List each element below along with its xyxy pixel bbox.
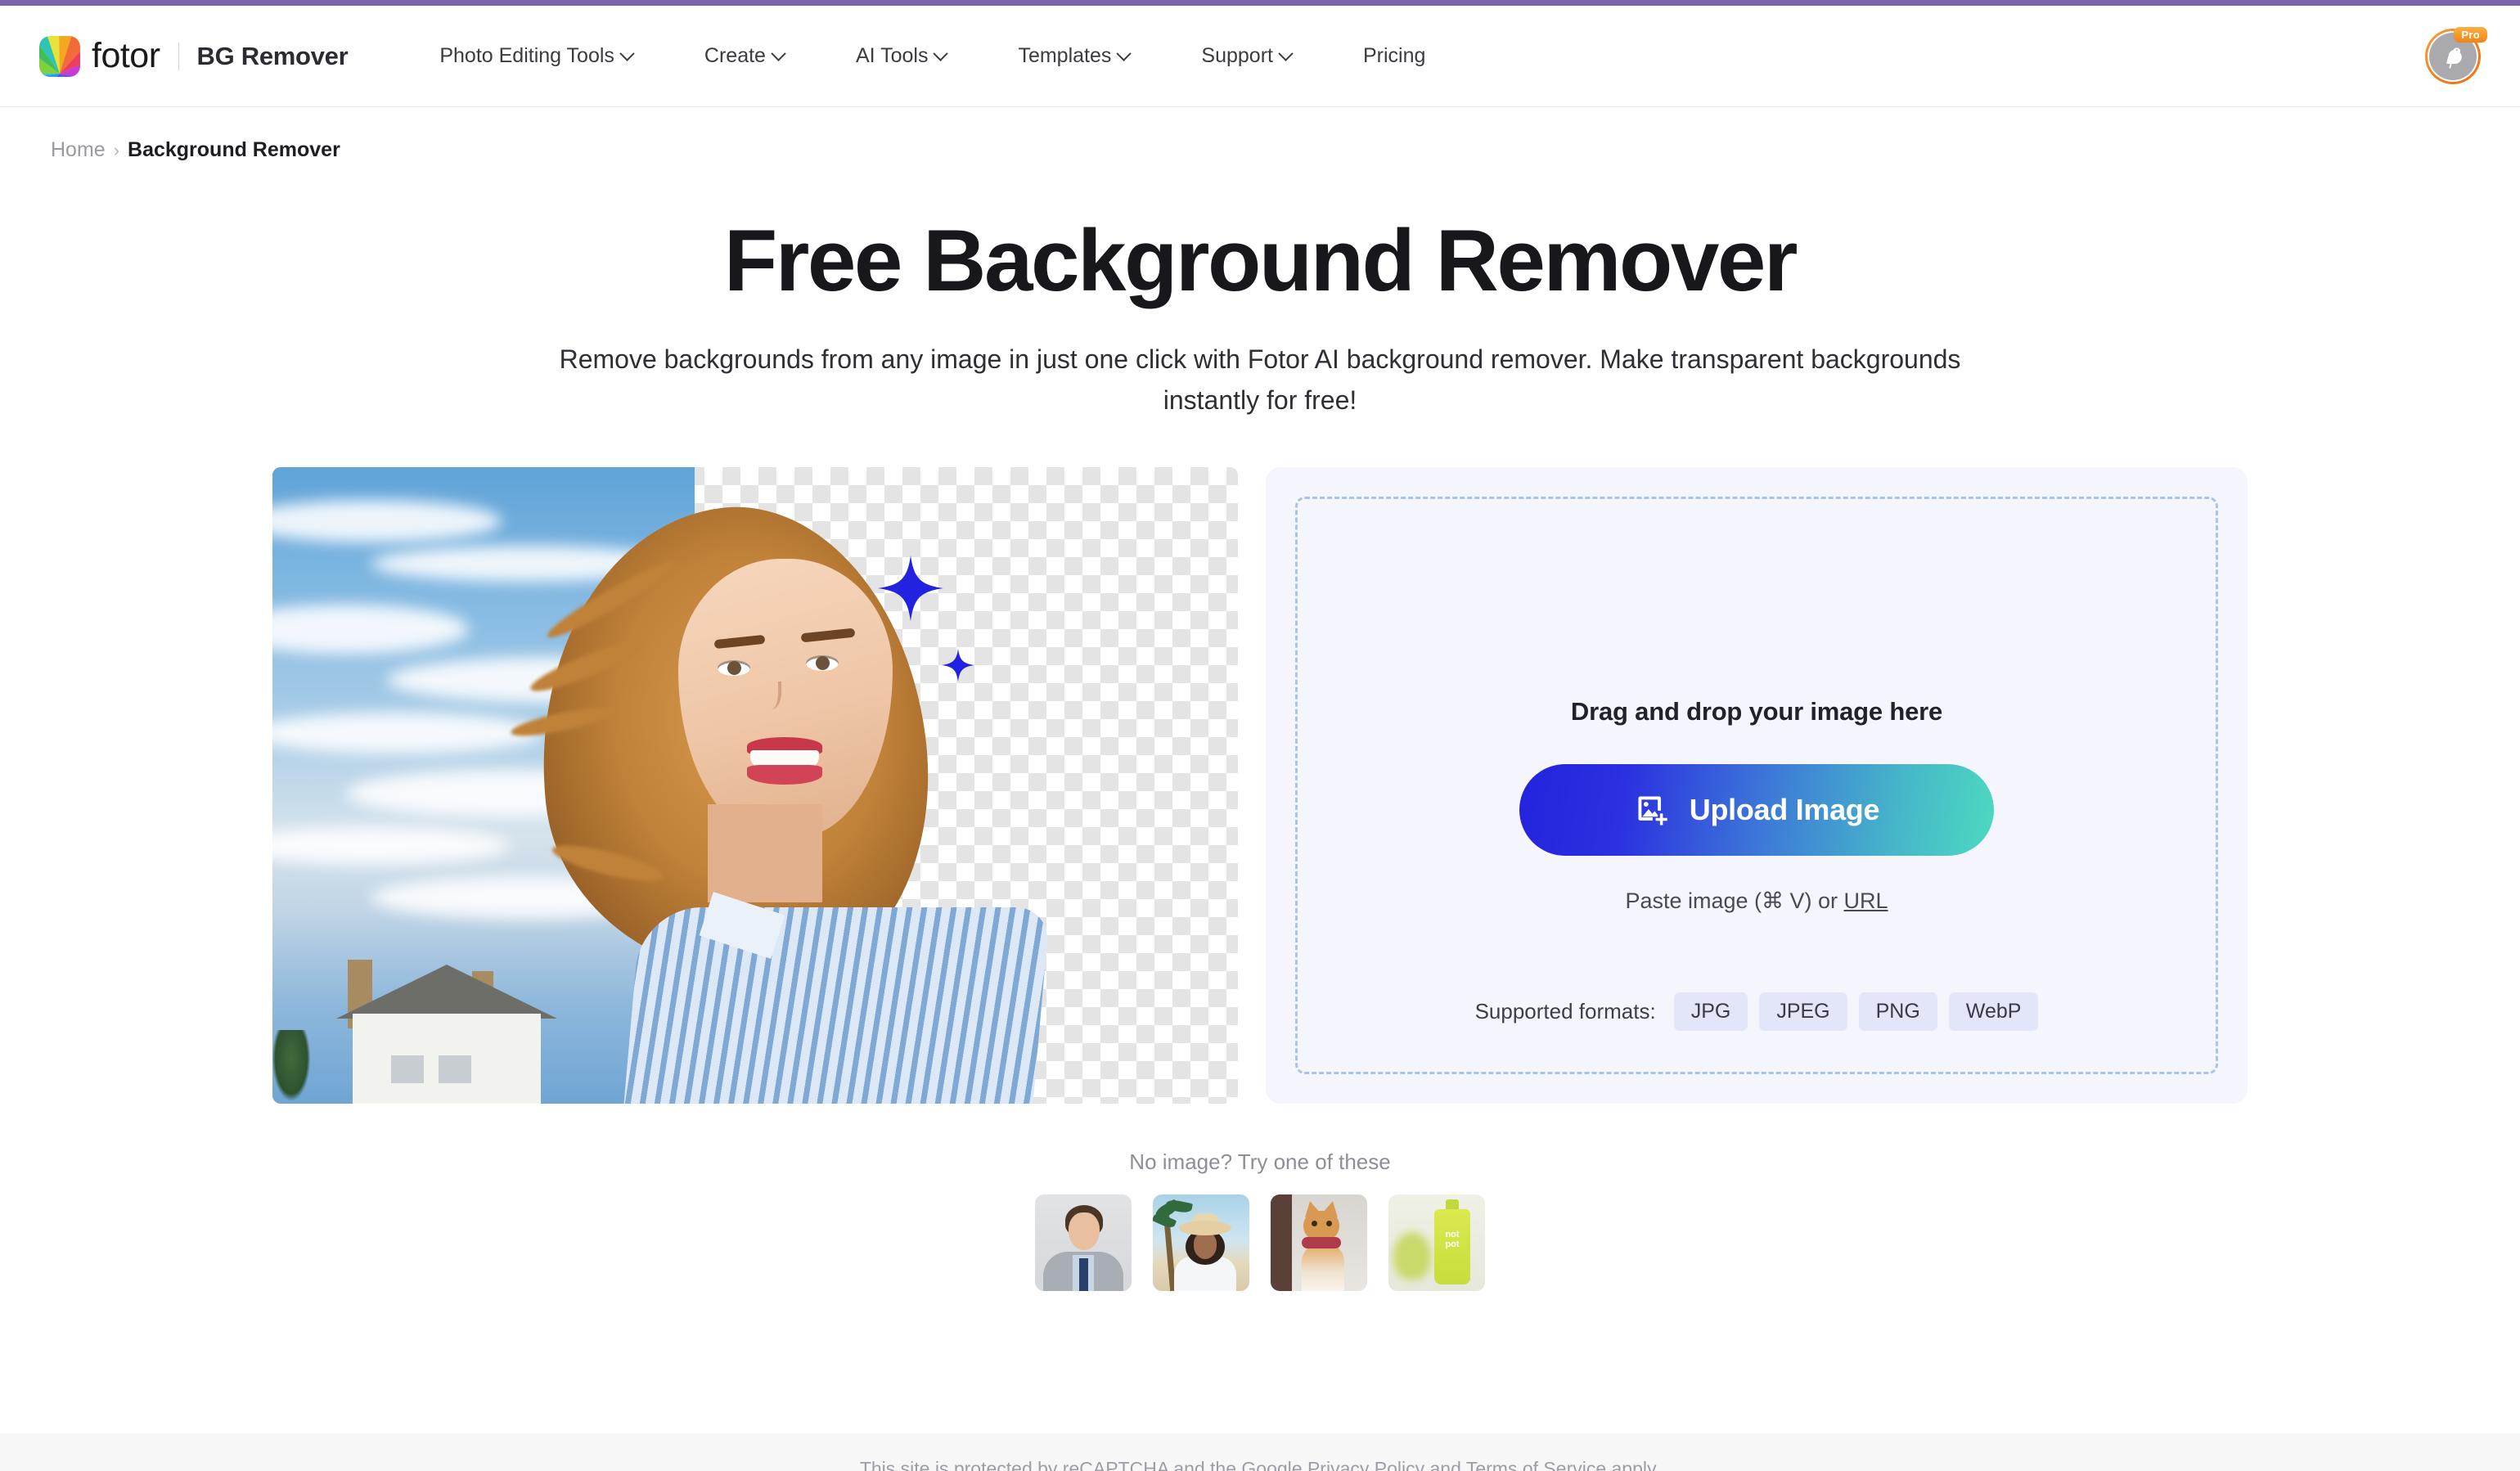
upload-image-button[interactable]: Upload Image: [1519, 763, 1994, 856]
terms-of-service-link[interactable]: Terms of Service: [1466, 1458, 1606, 1471]
nav-item-create[interactable]: Create: [668, 44, 820, 68]
format-chip-jpeg[interactable]: JPEG: [1759, 992, 1847, 1031]
bird-icon: [2446, 47, 2462, 69]
account-avatar[interactable]: Pro: [2425, 26, 2487, 84]
primary-nav: Photo Editing Tools Create AI Tools Temp…: [439, 44, 1461, 68]
chevron-down-icon: [1278, 46, 1294, 61]
recaptcha-text-before: This site is protected by reCAPTCHA and …: [859, 1458, 1242, 1471]
sparkle-icon-large: [878, 555, 943, 621]
nav-item-templates[interactable]: Templates: [982, 44, 1165, 68]
sample-thumbnail-row: not pot: [0, 1194, 2520, 1291]
chevron-down-icon: [619, 46, 635, 61]
product-name: BG Remover: [196, 41, 349, 70]
upload-panel: Drag and drop your image here Upload Ima…: [1266, 466, 2248, 1104]
paste-hint: Paste image (⌘ V) or URL: [1625, 888, 1888, 914]
nav-label: Pricing: [1362, 44, 1426, 67]
format-chip-png[interactable]: PNG: [1858, 992, 1937, 1031]
pro-badge: Pro: [2454, 26, 2487, 43]
fotor-logo-icon: [39, 35, 80, 77]
nav-label: Create: [704, 44, 766, 67]
sample-thumbnail-cat[interactable]: [1271, 1194, 1367, 1291]
sample-images-label: No image? Try one of these: [1129, 1149, 1391, 1174]
image-plus-icon: [1634, 792, 1670, 828]
page-subtitle: Remove backgrounds from any image in jus…: [559, 344, 1961, 416]
site-header: fotor BG Remover Photo Editing Tools Cre…: [0, 6, 2520, 107]
breadcrumb: Home › Background Remover: [0, 107, 2520, 162]
chevron-down-icon: [1116, 46, 1132, 61]
subject-person: [509, 467, 1051, 1104]
recaptcha-text-mid: and: [1424, 1458, 1466, 1471]
face: [678, 558, 893, 837]
paste-hint-text: Paste image (⌘ V) or: [1625, 888, 1844, 913]
recaptcha-notice: This site is protected by reCAPTCHA and …: [860, 1458, 1660, 1471]
brand-lockup[interactable]: fotor BG Remover: [39, 35, 349, 77]
supported-formats-label: Supported formats:: [1474, 998, 1656, 1023]
recaptcha-footer: This site is protected by reCAPTCHA and …: [0, 1433, 2520, 1471]
nav-label: Support: [1201, 44, 1273, 67]
google-privacy-policy-link[interactable]: Google Privacy Policy: [1241, 1458, 1424, 1471]
sample-thumbnail-businessman[interactable]: [1035, 1194, 1132, 1291]
chevron-down-icon: [933, 46, 949, 61]
main-content: Drag and drop your image here Upload Ima…: [0, 466, 2520, 1104]
breadcrumb-current: Background Remover: [128, 138, 340, 161]
nav-item-support[interactable]: Support: [1165, 44, 1327, 68]
sample-images-section: No image? Try one of these not pot: [0, 1149, 2520, 1291]
sample-thumbnail-woman-beach[interactable]: [1153, 1194, 1249, 1291]
sample-thumbnail-product-bottle[interactable]: not pot: [1388, 1194, 1485, 1291]
chevron-down-icon: [771, 46, 786, 61]
nav-item-photo-editing-tools[interactable]: Photo Editing Tools: [439, 44, 668, 68]
neck: [708, 803, 822, 902]
recaptcha-text-after: apply.: [1606, 1458, 1661, 1471]
brand-name: fotor: [92, 36, 160, 75]
upload-button-label: Upload Image: [1689, 792, 1880, 826]
tree: [272, 1029, 310, 1100]
dropzone[interactable]: Drag and drop your image here Upload Ima…: [1295, 496, 2218, 1074]
format-chip-jpg[interactable]: JPG: [1673, 992, 1748, 1031]
before-after-preview-image: [272, 466, 1238, 1104]
top-accent-strip: [0, 0, 2520, 6]
nav-label: Photo Editing Tools: [439, 44, 614, 67]
supported-formats: Supported formats: JPG JPEG PNG WebP: [1298, 992, 2216, 1031]
page-title: Free Background Remover: [723, 211, 1798, 309]
brand-divider: [178, 42, 179, 70]
nav-item-ai-tools[interactable]: AI Tools: [820, 44, 982, 68]
striped-shirt: [623, 906, 1051, 1104]
paste-url-link[interactable]: URL: [1844, 888, 1888, 913]
nav-label: Templates: [1018, 44, 1112, 67]
nav-item-pricing[interactable]: Pricing: [1327, 44, 1461, 68]
nav-label: AI Tools: [855, 44, 929, 67]
breadcrumb-home-link[interactable]: Home: [51, 138, 106, 162]
sparkle-icon-small: [942, 648, 974, 682]
format-chip-webp[interactable]: WebP: [1948, 992, 2039, 1031]
breadcrumb-separator-icon: ›: [113, 139, 120, 160]
dropzone-instruction: Drag and drop your image here: [1570, 696, 1943, 726]
